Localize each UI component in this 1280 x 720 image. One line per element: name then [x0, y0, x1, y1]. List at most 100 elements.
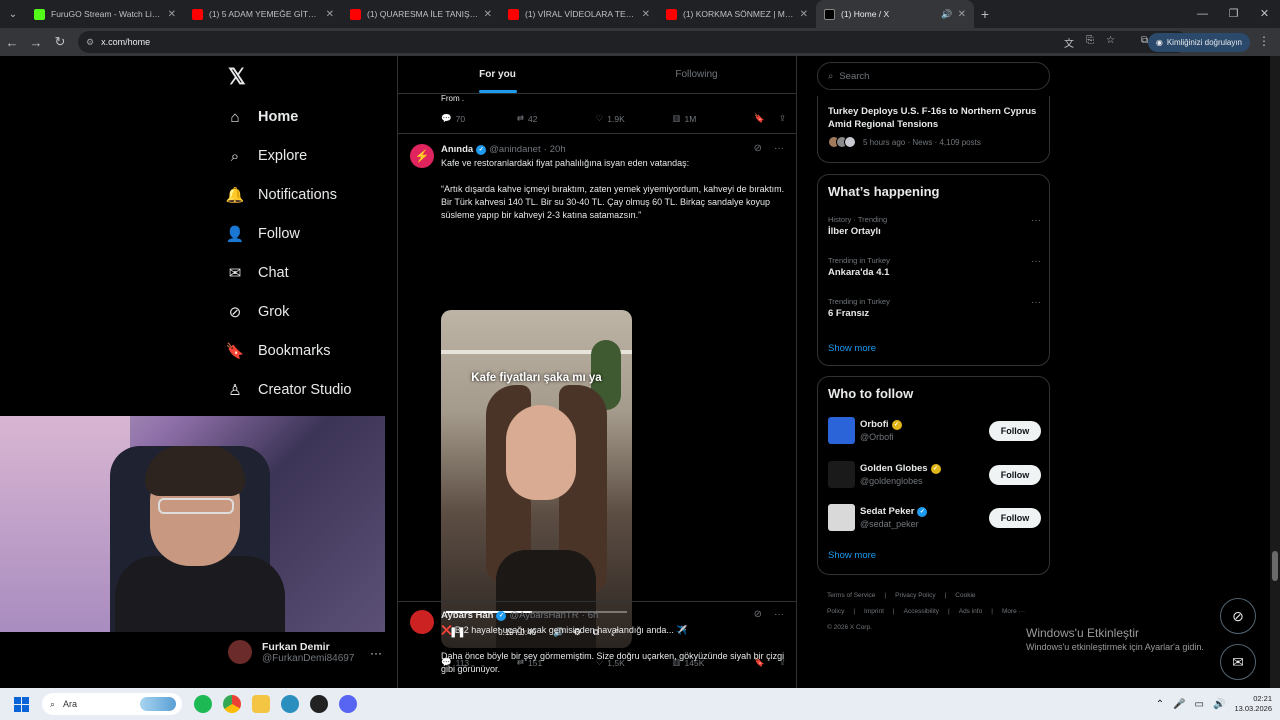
nav-item-creator-studio[interactable]: ♙ Creator Studio: [226, 381, 351, 399]
tweet-time[interactable]: 6h: [588, 610, 599, 621]
taskbar-search[interactable]: ⌕ Ara: [42, 693, 182, 715]
grok-analyze-icon[interactable]: ⊘: [754, 609, 762, 620]
browser-tab[interactable]: (1) 5 ADAM YEMEĞE GİTTİK, TA ✕: [184, 0, 342, 28]
close-tab-icon[interactable]: ✕: [168, 9, 176, 20]
tweet-author-handle[interactable]: @anindanet: [489, 144, 540, 155]
suggestion-avatar[interactable]: [828, 461, 855, 488]
footer-link[interactable]: Terms of Service: [827, 592, 875, 599]
tab-search-icon[interactable]: ⌄: [0, 0, 26, 28]
tweet-author-name[interactable]: Anında: [441, 144, 473, 155]
scrollbar-thumb[interactable]: [1272, 551, 1278, 581]
tab-for-you[interactable]: For you: [398, 56, 597, 93]
nav-item-notifications[interactable]: 🔔 Notifications: [226, 186, 337, 204]
nav-item-bookmarks[interactable]: 🔖 Bookmarks: [226, 342, 331, 360]
account-more-icon[interactable]: ···: [370, 646, 382, 660]
minimize-icon[interactable]: —: [1187, 0, 1218, 28]
footer-link[interactable]: Accessibility: [904, 608, 939, 615]
nav-item-explore[interactable]: ⌕ Explore: [226, 147, 307, 165]
tweet-author-handle[interactable]: @AybarsHanTR: [509, 610, 578, 621]
reload-icon[interactable]: ↻: [48, 34, 72, 50]
tab-following[interactable]: Following: [597, 56, 796, 93]
follow-button[interactable]: Follow: [989, 507, 1041, 528]
tweet-avatar[interactable]: ⚡: [410, 144, 434, 168]
close-tab-icon[interactable]: ✕: [484, 9, 492, 20]
trend-more-icon[interactable]: ···: [1031, 215, 1041, 226]
close-tab-icon[interactable]: ✕: [326, 9, 334, 20]
footer-link[interactable]: More ···: [1002, 608, 1025, 615]
news-card[interactable]: Turkey Deploys U.S. F-16s to Northern Cy…: [817, 96, 1050, 163]
page-scrollbar[interactable]: [1270, 56, 1280, 688]
follow-suggestion[interactable]: Golden Globes ✓ @goldenglobes Follow: [828, 461, 1041, 488]
browser-menu-icon[interactable]: ⋮: [1258, 34, 1270, 48]
speaker-icon[interactable]: 🔊: [1213, 699, 1225, 710]
search-input[interactable]: ⌕ Search: [817, 62, 1050, 90]
trend-item[interactable]: Trending in Turkey Ankara'da 4.1 ···: [828, 256, 1041, 278]
tweet-video[interactable]: Kafe fiyatları şaka mı ya ❚❚ 0:19 / 0:40…: [441, 310, 632, 648]
app-icon[interactable]: [310, 695, 328, 713]
follow-button[interactable]: Follow: [989, 420, 1041, 441]
forward-icon[interactable]: →: [24, 35, 48, 50]
start-button[interactable]: [0, 696, 42, 712]
browser-tab[interactable]: (1) VİRAL VİDEOLARA TEPKİ - Y ✕: [500, 0, 658, 28]
account-switcher[interactable]: Furkan Demir @FurkanDemi84697 ···: [228, 640, 382, 664]
browser-tab[interactable]: (1) Home / X 🔊 ✕: [816, 0, 974, 28]
install-icon[interactable]: ⎘: [1086, 35, 1094, 50]
grok-float-button[interactable]: ⊘: [1220, 598, 1256, 634]
browser-tab[interactable]: (1) QUARESMA İLE TANIŞTIM | ✕: [342, 0, 500, 28]
follow-suggestion[interactable]: Orbofi ✓ @Orbofi Follow: [828, 417, 1041, 444]
nav-item-home[interactable]: ⌂ Home: [226, 108, 298, 126]
trend-more-icon[interactable]: ···: [1031, 297, 1041, 308]
browser-tab[interactable]: (1) KORKMA SÖNMEZ | Madara ✕: [658, 0, 816, 28]
nav-item-follow[interactable]: 👤 Follow: [226, 225, 300, 243]
follow-suggestion[interactable]: Sedat Peker ✓ @sedat_peker Follow: [828, 504, 1041, 531]
maximize-icon[interactable]: ❐: [1218, 0, 1249, 28]
grok-analyze-icon[interactable]: ⊘: [754, 143, 762, 154]
trend-more-icon[interactable]: ···: [1031, 256, 1041, 267]
display-icon[interactable]: ▭: [1195, 699, 1204, 710]
verify-identity-button[interactable]: ◉ Kimliğinizi doğrulayın: [1147, 33, 1250, 52]
tweet-more-icon[interactable]: ···: [774, 609, 784, 620]
tweet-time[interactable]: 20h: [550, 144, 566, 155]
suggestion-avatar[interactable]: [828, 504, 855, 531]
footer-link[interactable]: Ads info: [959, 608, 983, 615]
nav-item-chat[interactable]: ✉ Chat: [226, 264, 289, 282]
bookmark-icon[interactable]: 🔖: [754, 113, 765, 124]
site-info-icon[interactable]: ⚙: [86, 37, 94, 48]
tray-expand-icon[interactable]: ⌃: [1156, 699, 1164, 710]
spotify-icon[interactable]: [194, 695, 212, 713]
tweet-more-icon[interactable]: ···: [774, 143, 784, 154]
translate-icon[interactable]: 文: [1064, 35, 1074, 50]
nav-item-grok[interactable]: ⊘ Grok: [226, 303, 290, 321]
url-field[interactable]: ⚙ x.com/home 文 ⎘ ☆ ⧉ ≡: [78, 31, 1188, 53]
trend-item[interactable]: Trending in Turkey 6 Fransız ···: [828, 297, 1041, 319]
new-tab-button[interactable]: +: [974, 6, 996, 22]
app-icon[interactable]: [281, 695, 299, 713]
show-more-link[interactable]: Show more: [828, 343, 876, 354]
footer-link[interactable]: Imprint: [864, 608, 884, 615]
file-explorer-icon[interactable]: [252, 695, 270, 713]
close-window-icon[interactable]: ✕: [1249, 0, 1280, 28]
follow-button[interactable]: Follow: [989, 464, 1041, 485]
footer-link[interactable]: Privacy Policy: [895, 592, 935, 599]
share-icon[interactable]: ⇪: [779, 113, 786, 124]
microphone-icon[interactable]: 🎤: [1173, 699, 1185, 710]
chrome-icon[interactable]: [223, 695, 241, 713]
mute-tab-icon[interactable]: 🔊: [941, 9, 952, 20]
tweet-author-name[interactable]: Aybars Han: [441, 610, 493, 621]
suggestion-avatar[interactable]: [828, 417, 855, 444]
back-icon[interactable]: ←: [0, 35, 24, 50]
like-button[interactable]: ♡ 1.9K: [596, 113, 673, 124]
close-tab-icon[interactable]: ✕: [958, 9, 966, 20]
discord-icon[interactable]: [339, 695, 357, 713]
close-tab-icon[interactable]: ✕: [642, 9, 650, 20]
bookmark-star-icon[interactable]: ☆: [1106, 35, 1115, 50]
x-logo-icon[interactable]: 𝕏: [228, 64, 246, 90]
views-button[interactable]: ▥ 1M: [673, 113, 755, 124]
clock[interactable]: 02:21 13.03.2026: [1234, 694, 1272, 714]
repost-button[interactable]: ⇄ 42: [517, 113, 596, 124]
messages-float-button[interactable]: ✉: [1220, 644, 1256, 680]
browser-tab[interactable]: FuruGO Stream - Watch Live on ✕: [26, 0, 184, 28]
tweet-avatar[interactable]: [410, 610, 434, 634]
close-tab-icon[interactable]: ✕: [800, 9, 808, 20]
show-more-link[interactable]: Show more: [828, 550, 876, 561]
